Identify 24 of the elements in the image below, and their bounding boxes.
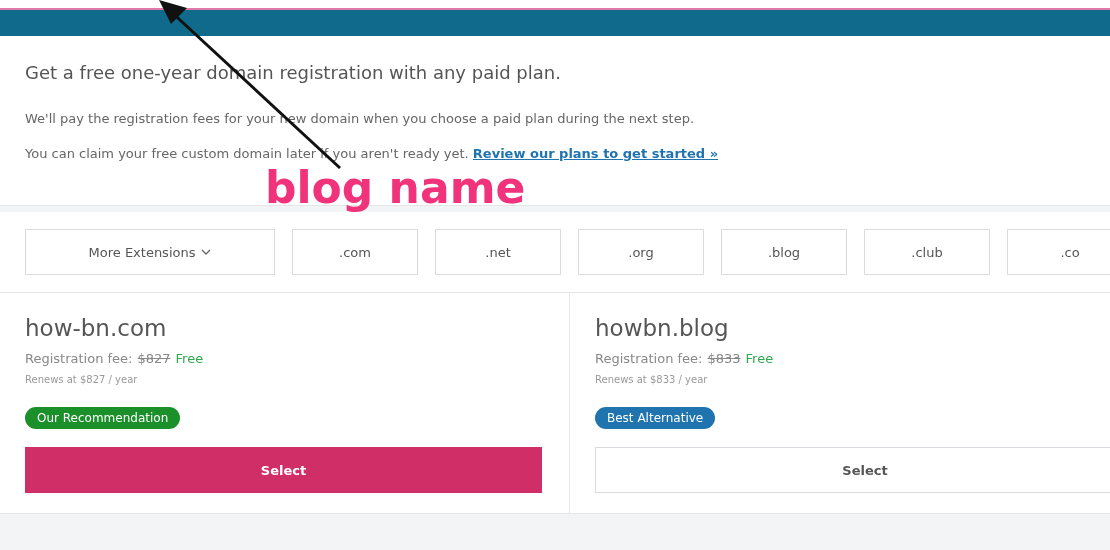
extensions-dropdown[interactable]: More Extensions <box>25 229 275 275</box>
extension-button[interactable]: .net <box>435 229 561 275</box>
domain-name: howbn.blog <box>595 315 729 341</box>
fee-price: $827 <box>137 351 171 366</box>
fee-label: Registration fee: <box>25 351 133 366</box>
domain-badge: Our Recommendation <box>25 407 181 429</box>
extension-button[interactable]: .club <box>864 229 990 275</box>
fee-price: $833 <box>707 351 741 366</box>
renewal-text: Renews at $833 / year <box>595 374 708 385</box>
select-button[interactable]: Select <box>25 447 542 493</box>
annotation-text: blog name <box>265 166 526 210</box>
extension-button[interactable]: .blog <box>721 229 847 275</box>
extension-button[interactable]: .org <box>578 229 704 275</box>
extension-button[interactable]: .com <box>292 229 418 275</box>
plans-link[interactable]: Review our plans to get started » <box>472 146 719 161</box>
domain-name: how-bn.com <box>25 315 167 341</box>
domain-badge: Best Alternative <box>595 407 716 429</box>
chevron-down-icon <box>201 249 212 255</box>
extension-button[interactable]: .co <box>1007 229 1110 275</box>
free-label: Free <box>175 351 204 366</box>
free-label: Free <box>745 351 774 366</box>
fee-label: Registration fee: <box>595 351 703 366</box>
renewal-text: Renews at $827 / year <box>25 374 138 385</box>
select-button[interactable]: Select <box>595 447 1110 493</box>
